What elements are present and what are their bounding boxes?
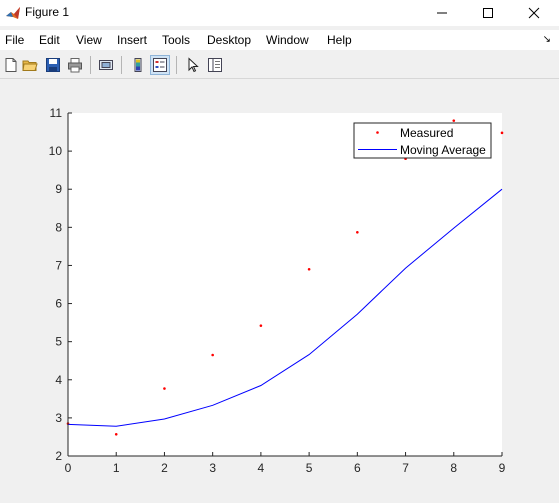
x-tick-label: 9 [499, 461, 506, 475]
menu-desktop[interactable]: Desktop [207, 33, 251, 47]
open-file-icon [22, 60, 38, 71]
print-figure-button[interactable] [65, 55, 85, 75]
data-point-measured [356, 230, 359, 234]
minimize-icon [437, 12, 447, 14]
edit-plot-icon [188, 57, 199, 73]
property-inspector-button[interactable] [205, 55, 225, 75]
y-tick-label: 2 [55, 449, 62, 463]
data-point-measured [307, 267, 311, 271]
new-figure-icon [5, 58, 17, 72]
x-tick-label: 5 [306, 461, 313, 475]
link-plot-button[interactable] [96, 55, 116, 75]
print-figure-icon [68, 58, 82, 73]
x-tick-label: 2 [161, 461, 168, 475]
save-figure-button[interactable] [43, 55, 63, 75]
menu-insert[interactable]: Insert [117, 33, 147, 47]
y-tick-label: 6 [55, 297, 62, 311]
toolbar-separator [121, 56, 122, 74]
maximize-icon [483, 8, 493, 18]
insert-legend-button[interactable] [150, 55, 170, 75]
x-tick-label: 1 [113, 461, 120, 475]
y-tick-label: 11 [50, 106, 63, 120]
new-figure-button[interactable] [1, 55, 21, 75]
x-tick-label: 4 [258, 461, 265, 475]
edit-plot-button[interactable] [183, 55, 203, 75]
x-tick-label: 6 [354, 461, 361, 475]
toolbar-separator [176, 56, 177, 74]
window-title: Figure 1 [25, 5, 70, 19]
insert-colorbar-button[interactable] [128, 55, 148, 75]
x-tick-label: 3 [209, 461, 216, 475]
y-tick-label: 7 [55, 258, 62, 272]
data-point-measured [211, 353, 214, 357]
menu-edit[interactable]: Edit [39, 33, 60, 47]
property-inspector-icon [208, 58, 222, 72]
close-icon [528, 7, 540, 19]
data-point-measured [500, 131, 504, 135]
legend[interactable]: Measured Moving Average [353, 122, 492, 159]
y-tick-label: 3 [55, 411, 62, 425]
x-tick-label: 8 [450, 461, 457, 475]
menu-file[interactable]: File [5, 33, 24, 47]
data-point-measured [163, 387, 166, 390]
data-point-measured [114, 432, 118, 436]
data-point-measured [259, 324, 263, 327]
figure-window: Figure 1 File Edit View Insert Tools Des… [0, 0, 559, 503]
y-tick-label: 10 [49, 144, 63, 158]
legend-marker-measured [376, 131, 379, 134]
data-point-measured [452, 119, 456, 122]
save-figure-icon [46, 58, 60, 72]
menu-tools[interactable]: Tools [162, 33, 190, 47]
y-tick-label: 9 [55, 182, 62, 196]
toolbar-separator [90, 56, 91, 74]
y-tick-label: 4 [55, 373, 62, 387]
menu-window[interactable]: Window [266, 33, 309, 47]
menu-bar: File Edit View Insert Tools Desktop Wind… [0, 30, 559, 50]
figure-toolbar [0, 52, 559, 79]
figure-canvas[interactable]: 2 3 4 5 6 7 8 9 10 11 0 1 2 3 4 5 6 7 8 9 Measured Moving … [0, 79, 559, 503]
plot-axes[interactable]: 2 3 4 5 6 7 8 9 10 11 0 1 2 3 4 5 6 7 8 9 Measured Moving … [0, 79, 559, 503]
title-bar[interactable]: Figure 1 [0, 0, 559, 26]
menu-view[interactable]: View [76, 33, 102, 47]
link-plot-icon [99, 60, 113, 70]
y-tick-label: 8 [55, 220, 62, 234]
matlab-logo-icon [6, 7, 20, 19]
insert-legend-icon [153, 58, 167, 72]
menu-help[interactable]: Help [327, 33, 352, 47]
legend-label-measured: Measured [400, 126, 453, 140]
legend-label-moving-average: Moving Average [400, 143, 486, 157]
x-tick-label: 0 [65, 461, 72, 475]
dock-arrow-icon[interactable]: ↘ [543, 34, 551, 45]
axes-background [68, 113, 502, 456]
close-button[interactable] [511, 0, 557, 26]
minimize-button[interactable] [419, 0, 465, 26]
insert-colorbar-icon [134, 58, 142, 72]
x-tick-label: 7 [402, 461, 409, 475]
open-file-button[interactable] [20, 55, 40, 75]
maximize-button[interactable] [465, 0, 511, 26]
y-tick-label: 5 [55, 335, 62, 349]
